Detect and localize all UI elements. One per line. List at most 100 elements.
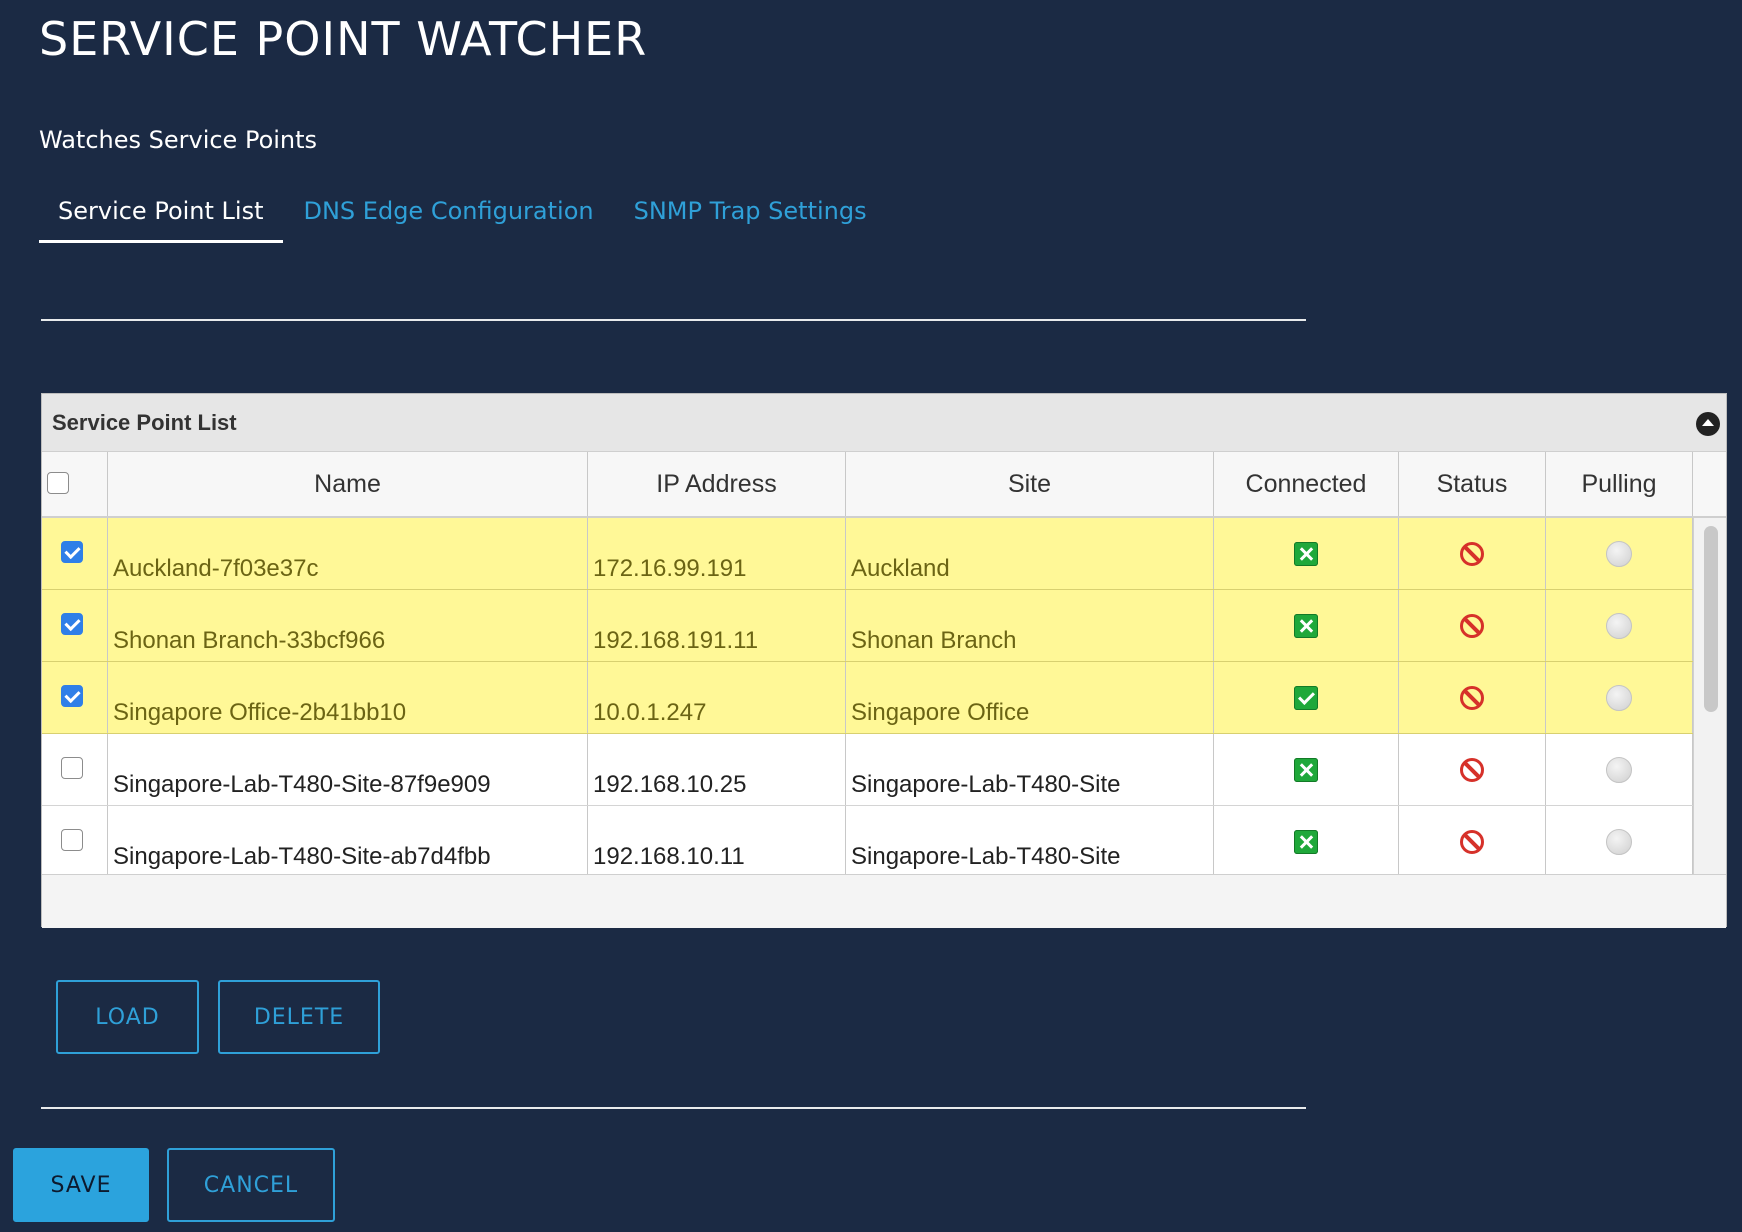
cancel-button[interactable]: CANCEL bbox=[167, 1148, 335, 1222]
app-subtitle: Watches Service Points bbox=[39, 126, 318, 154]
column-header-pulling[interactable]: Pulling bbox=[1546, 452, 1693, 516]
pulling-indicator-icon bbox=[1606, 828, 1632, 855]
tab-service-point-list[interactable]: Service Point List bbox=[39, 190, 283, 243]
table-row[interactable]: Singapore-Lab-T480-Site-87f9e909 192.168… bbox=[42, 734, 1693, 806]
connected-cell bbox=[1214, 806, 1399, 874]
app-title: SERVICE POINT WATCHER bbox=[39, 12, 648, 66]
site-cell: Auckland bbox=[846, 518, 1214, 589]
pulling-indicator-icon bbox=[1606, 684, 1632, 711]
connected-cell bbox=[1214, 590, 1399, 661]
row-select-cell bbox=[42, 806, 108, 874]
row-select-cell bbox=[42, 518, 108, 589]
ip-cell: 172.16.99.191 bbox=[588, 518, 846, 589]
select-all-checkbox[interactable] bbox=[47, 472, 69, 494]
bottom-divider bbox=[41, 1107, 1306, 1109]
ip-cell: 192.168.191.11 bbox=[588, 590, 846, 661]
status-cell bbox=[1399, 734, 1546, 805]
name-cell: Singapore Office-2b41bb10 bbox=[108, 662, 588, 733]
select-all-cell bbox=[42, 452, 108, 516]
disconnected-x-icon bbox=[1294, 829, 1318, 854]
row-select-cell bbox=[42, 662, 108, 733]
service-point-panel: Service Point List Name IP Address Site … bbox=[41, 393, 1727, 928]
row-ip-address: 10.0.1.247 bbox=[593, 699, 707, 726]
tab-bar: Service Point List DNS Edge Configuratio… bbox=[39, 190, 886, 250]
status-cell bbox=[1399, 518, 1546, 589]
table-row[interactable]: Shonan Branch-33bcf966 192.168.191.11 Sh… bbox=[42, 590, 1693, 662]
row-site: Singapore-Lab-T480-Site bbox=[851, 771, 1121, 798]
pulling-cell bbox=[1546, 662, 1693, 733]
row-checkbox[interactable] bbox=[61, 541, 83, 563]
row-ip-address: 192.168.191.11 bbox=[593, 627, 759, 654]
row-checkbox[interactable] bbox=[61, 757, 83, 779]
save-button[interactable]: SAVE bbox=[13, 1148, 149, 1222]
tab-dns-edge-configuration[interactable]: DNS Edge Configuration bbox=[285, 190, 613, 240]
column-header-site[interactable]: Site bbox=[846, 452, 1214, 516]
pulling-cell bbox=[1546, 518, 1693, 589]
column-header-status[interactable]: Status bbox=[1399, 452, 1546, 516]
disconnected-x-icon bbox=[1294, 541, 1318, 566]
row-checkbox[interactable] bbox=[61, 829, 83, 851]
status-cell bbox=[1399, 806, 1546, 874]
load-button[interactable]: LOAD bbox=[56, 980, 199, 1054]
delete-button[interactable]: DELETE bbox=[218, 980, 380, 1054]
row-name: Singapore-Lab-T480-Site-87f9e909 bbox=[113, 771, 491, 798]
row-site: Singapore Office bbox=[851, 699, 1030, 726]
connected-check-icon bbox=[1294, 685, 1318, 710]
row-site: Auckland bbox=[851, 555, 950, 582]
column-header-connected[interactable]: Connected bbox=[1214, 452, 1399, 516]
status-cell bbox=[1399, 662, 1546, 733]
connected-cell bbox=[1214, 662, 1399, 733]
column-header-name[interactable]: Name bbox=[108, 452, 588, 516]
row-select-cell bbox=[42, 734, 108, 805]
table-scrollbar[interactable] bbox=[1693, 518, 1726, 874]
name-cell: Singapore-Lab-T480-Site-87f9e909 bbox=[108, 734, 588, 805]
column-header-ip-address[interactable]: IP Address bbox=[588, 452, 846, 516]
connected-cell bbox=[1214, 518, 1399, 589]
scrollbar-thumb[interactable] bbox=[1704, 526, 1718, 712]
name-cell: Shonan Branch-33bcf966 bbox=[108, 590, 588, 661]
table-row[interactable]: Singapore Office-2b41bb10 10.0.1.247 Sin… bbox=[42, 662, 1693, 734]
collapse-icon[interactable] bbox=[1696, 412, 1720, 436]
status-cell bbox=[1399, 590, 1546, 661]
row-site: Shonan Branch bbox=[851, 627, 1017, 654]
table-header: Name IP Address Site Connected Status Pu… bbox=[42, 452, 1726, 518]
name-cell: Auckland-7f03e37c bbox=[108, 518, 588, 589]
row-site: Singapore-Lab-T480-Site bbox=[851, 843, 1121, 870]
row-checkbox[interactable] bbox=[61, 613, 83, 635]
ip-cell: 192.168.10.25 bbox=[588, 734, 846, 805]
column-header-spacer bbox=[1693, 452, 1726, 516]
pulling-indicator-icon bbox=[1606, 756, 1632, 783]
table-row[interactable]: Singapore-Lab-T480-Site-ab7d4fbb 192.168… bbox=[42, 806, 1693, 874]
tab-snmp-trap-settings[interactable]: SNMP Trap Settings bbox=[615, 190, 886, 240]
site-cell: Shonan Branch bbox=[846, 590, 1214, 661]
row-checkbox[interactable] bbox=[61, 685, 83, 707]
blocked-status-icon bbox=[1460, 613, 1484, 638]
row-ip-address: 172.16.99.191 bbox=[593, 555, 747, 582]
top-divider bbox=[41, 319, 1306, 321]
connected-cell bbox=[1214, 734, 1399, 805]
disconnected-x-icon bbox=[1294, 757, 1318, 782]
table-footer bbox=[42, 874, 1726, 928]
row-name: Singapore Office-2b41bb10 bbox=[113, 699, 407, 726]
pulling-cell bbox=[1546, 734, 1693, 805]
blocked-status-icon bbox=[1460, 541, 1484, 566]
row-name: Auckland-7f03e37c bbox=[113, 555, 319, 582]
ip-cell: 192.168.10.11 bbox=[588, 806, 846, 874]
row-ip-address: 192.168.10.11 bbox=[593, 843, 745, 870]
pulling-cell bbox=[1546, 590, 1693, 661]
pulling-indicator-icon bbox=[1606, 612, 1632, 639]
blocked-status-icon bbox=[1460, 829, 1484, 854]
blocked-status-icon bbox=[1460, 757, 1484, 782]
row-select-cell bbox=[42, 590, 108, 661]
panel-header: Service Point List bbox=[42, 394, 1726, 452]
site-cell: Singapore-Lab-T480-Site bbox=[846, 734, 1214, 805]
row-name: Singapore-Lab-T480-Site-ab7d4fbb bbox=[113, 843, 491, 870]
pulling-indicator-icon bbox=[1606, 540, 1632, 567]
disconnected-x-icon bbox=[1294, 613, 1318, 638]
table-body: Auckland-7f03e37c 172.16.99.191 Auckland… bbox=[42, 518, 1726, 874]
panel-title: Service Point List bbox=[52, 410, 237, 435]
pulling-cell bbox=[1546, 806, 1693, 874]
ip-cell: 10.0.1.247 bbox=[588, 662, 846, 733]
table-row[interactable]: Auckland-7f03e37c 172.16.99.191 Auckland bbox=[42, 518, 1693, 590]
blocked-status-icon bbox=[1460, 685, 1484, 710]
